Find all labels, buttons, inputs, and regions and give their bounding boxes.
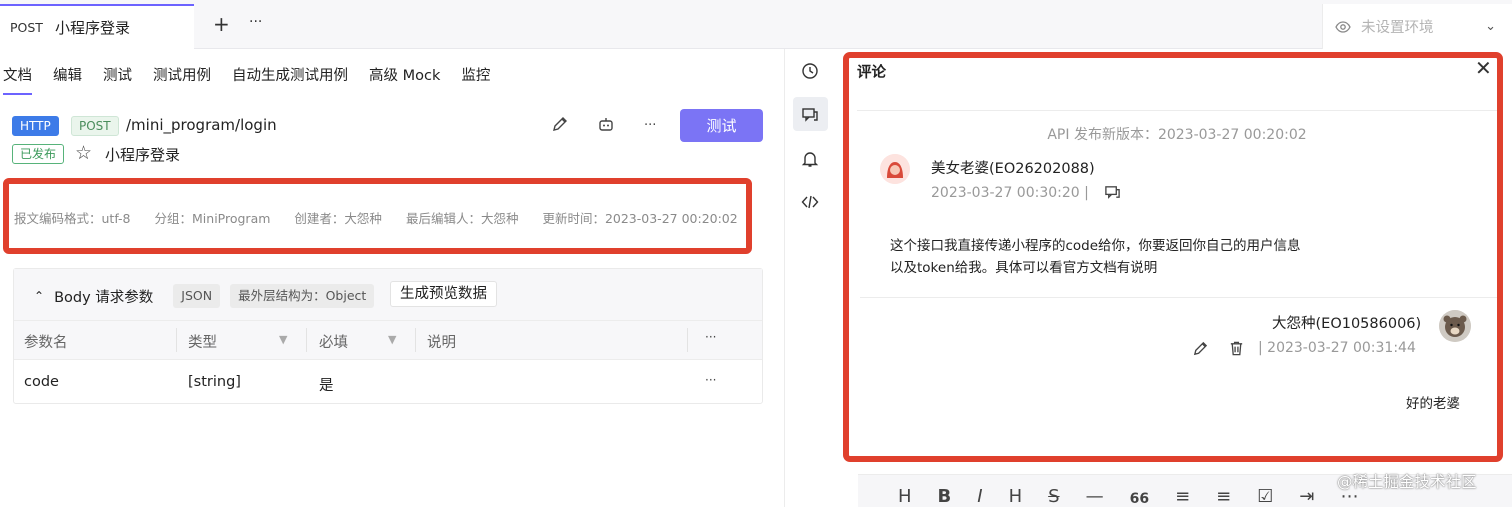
robot-icon[interactable] [597,115,615,137]
meta-group: 分组：MiniProgram [154,211,271,226]
col-required: 必填 [319,335,348,351]
row-param-type: [string] [188,374,241,390]
filter-icon[interactable]: ▼ [388,333,396,346]
test-button[interactable]: 测试 [680,109,763,142]
meta-encoding: 报文编码格式：utf-8 [14,211,131,226]
col-divider [176,328,177,352]
tab-method: POST [10,20,43,35]
star-icon[interactable]: ☆ [75,142,92,164]
avatar [1439,310,1471,342]
body-params-title: Body 请求参数 [54,289,154,306]
heading-button[interactable]: H [898,486,912,507]
version-notice: API 发布新版本：2023-03-27 00:20:02 [1047,127,1307,143]
watermark: @稀土掘金技术社区 [1337,473,1477,491]
comment-body: 这个接口我直接传递小程序的code给你，你要返回你自己的用户信息 以及token… [890,235,1301,279]
indent-icon[interactable]: ⇥ [1299,486,1314,507]
avatar [880,154,910,184]
quote-button[interactable]: 66 [1130,491,1149,507]
bold-button[interactable]: B [938,486,952,507]
chevron-down-icon: ⌄ [1485,19,1496,34]
environment-select[interactable]: 未设置环境 ⌄ [1322,4,1512,49]
environment-placeholder: 未设置环境 [1361,20,1434,36]
col-type: 类型 [188,335,217,351]
subtab-advanced-mock[interactable]: 高级 Mock [369,64,440,95]
filter-icon[interactable]: ▼ [279,333,287,346]
reply-icon[interactable] [1104,184,1121,205]
body-params-title-row[interactable]: ⌃ Body 请求参数 JSON 最外层结构为：Object [34,284,375,308]
subtab-doc[interactable]: 文档 [3,64,32,95]
delete-icon[interactable] [1228,340,1245,361]
generate-preview-button[interactable]: 生成预览数据 [390,281,497,307]
doc-subtabs: 文档 编辑 测试 测试用例 自动生成测试用例 高级 Mock 监控 [3,64,490,95]
meta-last-editor: 最后编辑人：大怨种 [405,211,519,226]
status-badge: 已发布 [12,144,65,164]
row-param-required: 是 [319,378,334,394]
comment-author: 美女老婆(EO26202088) [931,161,1095,177]
add-tab-icon[interactable]: + [213,12,230,36]
edit-icon[interactable] [1192,340,1209,361]
protocol-badge: HTTP [12,116,59,136]
checklist-icon[interactable]: ☑ [1257,486,1273,507]
subtab-test[interactable]: 测试 [103,64,132,95]
meta-creator: 创建者：大怨种 [294,211,382,226]
comment-line: 以及token给我。具体可以看官方文档有说明 [890,260,1158,276]
eye-icon [1335,20,1351,33]
close-icon[interactable]: ✕ [1475,56,1492,80]
subtab-auto-test-cases[interactable]: 自动生成测试用例 [232,64,348,95]
strikethrough-button[interactable]: S [1048,486,1059,507]
comments-title: 评论 [857,65,886,81]
col-divider [687,328,688,352]
col-param-name: 参数名 [24,335,68,351]
italic-button[interactable]: I [977,486,982,507]
chevron-up-icon[interactable]: ⌃ [34,289,44,303]
edit-icon[interactable] [551,115,569,137]
history-icon[interactable] [798,62,822,84]
panel-divider [784,49,785,507]
row-param-name: code [24,374,59,390]
method-badge: POST [71,116,119,136]
structure-tag: 最外层结构为：Object [230,284,375,308]
tab-mini-program-login[interactable]: POST 小程序登录 [0,4,194,49]
comment-time: 2023-03-27 00:30:20 | [931,185,1089,201]
api-name: 小程序登录 [105,146,181,164]
comment-author: 大怨种(EO10586006) [1272,316,1422,332]
api-meta: 报文编码格式：utf-8 分组：MiniProgram 创建者：大怨种 最后编辑… [14,208,738,227]
divider-button[interactable]: — [1086,486,1104,507]
heading-level-button[interactable]: H [1009,486,1023,507]
more-tabs-icon[interactable]: ··· [249,14,262,30]
col-description: 说明 [427,335,456,351]
subtab-edit[interactable]: 编辑 [53,64,82,95]
format-tag: JSON [173,284,221,308]
comment-line: 这个接口我直接传递小程序的code给你，你要返回你自己的用户信息 [890,238,1301,254]
ordered-list-icon[interactable]: ≡ [1216,486,1231,507]
api-path: /mini_program/login [126,116,277,134]
column-more-icon[interactable]: ··· [705,330,716,344]
subtab-test-cases[interactable]: 测试用例 [153,64,211,95]
more-actions-icon[interactable]: ··· [644,118,656,133]
bell-icon[interactable] [798,150,822,172]
tab-title: 小程序登录 [54,19,130,37]
subtab-monitor[interactable]: 监控 [461,64,490,95]
col-divider [415,328,416,352]
comment-body: 好的老婆 [1406,396,1460,412]
comment-time: | 2023-03-27 00:31:44 [1258,340,1416,356]
code-icon[interactable] [798,193,822,215]
comment-divider [860,297,1497,298]
col-divider [306,328,307,352]
meta-updated: 更新时间：2023-03-27 00:20:02 [542,211,738,226]
row-more-icon[interactable]: ··· [705,373,716,387]
bullet-list-icon[interactable]: ≡ [1175,486,1190,507]
comment-icon[interactable] [798,106,822,128]
